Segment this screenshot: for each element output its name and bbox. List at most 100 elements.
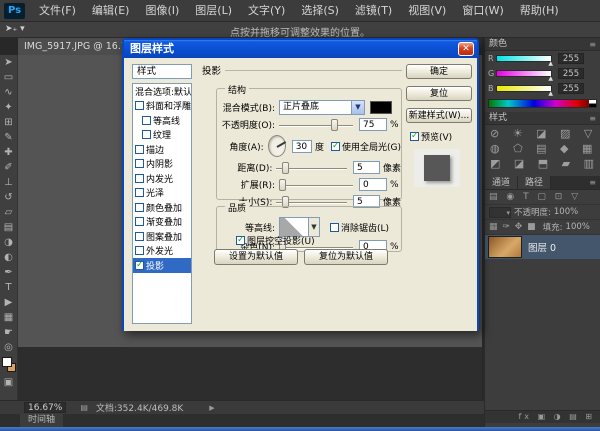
close-icon[interactable]: ✕ [458,42,474,56]
marquee-tool-icon[interactable]: ▭ [1,70,17,85]
opacity-field[interactable]: 75 [359,118,387,131]
checkbox-icon[interactable] [135,145,144,154]
layer-row[interactable]: 图层 0 [485,235,600,259]
styles-panel-header[interactable]: 样式 ≡ [485,112,600,125]
fill-value[interactable]: 100% [566,222,590,232]
menu-layer[interactable]: 图层(L) [187,0,240,22]
checkbox-icon[interactable] [135,232,144,241]
blue-slider[interactable]: ▲ [496,85,552,92]
angle-dial[interactable] [268,135,286,157]
path-selection-tool-icon[interactable]: ▶ [1,295,17,310]
move-tool-icon[interactable]: ➤ [1,55,17,70]
menu-file[interactable]: 文件(F) [31,0,84,22]
foreground-background-swatches[interactable] [1,357,17,375]
list-item-stroke[interactable]: 描边 [133,142,191,157]
dodge-tool-icon[interactable]: ◐ [1,250,17,265]
global-light-checkbox[interactable] [331,142,340,151]
eraser-tool-icon[interactable]: ▱ [1,205,17,220]
checkbox-icon[interactable] [142,130,151,139]
checkbox-icon[interactable] [135,174,144,183]
menu-image[interactable]: 图像(I) [137,0,187,22]
history-brush-tool-icon[interactable]: ↺ [1,190,17,205]
layer-thumbnail[interactable] [488,236,522,258]
menu-window[interactable]: 窗口(W) [454,0,511,22]
list-item-outer-glow[interactable]: 外发光 [133,244,191,259]
spread-slider[interactable] [279,179,353,191]
lock-icons[interactable]: ▦ ✑ ✥ ■ [489,222,537,232]
blend-mode-dropdown[interactable]: ▾ [489,207,511,218]
list-item-inner-shadow[interactable]: 内阴影 [133,157,191,172]
shape-tool-icon[interactable]: ▦ [1,310,17,325]
list-item-drop-shadow[interactable]: 投影 [133,258,191,273]
ok-button[interactable]: 确定 [406,64,472,79]
foreground-color-swatch[interactable] [2,357,12,367]
slider-thumb[interactable] [279,179,286,191]
knockout-checkbox[interactable] [236,236,245,245]
red-value[interactable]: 255 [558,53,584,64]
quick-selection-tool-icon[interactable]: ✦ [1,100,17,115]
style-preset-row[interactable]: ◩ ◪ ⬒ ▰ ▥ [485,155,600,170]
brush-tool-icon[interactable]: ✐ [1,160,17,175]
list-item-blending-options[interactable]: 混合选项:默认 [133,84,191,99]
tab-paths[interactable]: 路径 [518,176,551,189]
checkbox-icon[interactable] [142,116,151,125]
green-slider[interactable]: ▲ [496,70,552,77]
clone-stamp-tool-icon[interactable]: ⊥ [1,175,17,190]
blur-tool-icon[interactable]: ◑ [1,235,17,250]
menu-help[interactable]: 帮助(H) [512,0,567,22]
panel-menu-icon[interactable]: ≡ [589,38,596,50]
checkbox-icon[interactable] [135,159,144,168]
healing-brush-tool-icon[interactable]: ✚ [1,145,17,160]
slider-thumb[interactable] [282,162,289,174]
preview-checkbox[interactable] [410,132,419,141]
eyedropper-tool-icon[interactable]: ✎ [1,130,17,145]
hand-tool-icon[interactable]: ☛ [1,325,17,340]
menu-view[interactable]: 视图(V) [400,0,454,22]
blend-mode-select[interactable]: 正片叠底▼ [279,100,365,115]
dialog-title-bar[interactable]: 图层样式 ✕ [124,40,477,58]
green-value[interactable]: 255 [558,68,584,79]
status-menu-arrow-icon[interactable]: ▶ [209,404,214,412]
shadow-color-swatch[interactable] [370,101,392,114]
panel-menu-icon[interactable]: ≡ [589,112,596,124]
zoom-level-field[interactable]: 16.67% [24,402,66,413]
style-preset-row[interactable]: ⊘ ☀ ◪ ▨ ▽ [485,125,600,140]
menu-select[interactable]: 选择(S) [293,0,347,22]
layer-name[interactable]: 图层 0 [528,240,556,254]
opacity-slider[interactable] [279,119,353,131]
checkbox-icon[interactable] [135,261,144,270]
menu-edit[interactable]: 编辑(E) [84,0,138,22]
reset-button[interactable]: 复位 [406,86,472,101]
zoom-tool-icon[interactable]: ◎ [1,340,17,355]
new-style-button[interactable]: 新建样式(W)... [406,108,472,123]
spread-field[interactable]: 0 [359,178,387,191]
checkbox-icon[interactable] [135,203,144,212]
checkbox-icon[interactable] [135,188,144,197]
list-item-satin[interactable]: 光泽 [133,186,191,201]
list-item-gradient-overlay[interactable]: 渐变叠加 [133,215,191,230]
styles-panel-tab[interactable]: 样式 [489,112,507,124]
pen-tool-icon[interactable]: ✒ [1,265,17,280]
checkbox-icon[interactable] [135,217,144,226]
bw-swatches[interactable] [589,100,596,107]
style-preset-row[interactable]: ◍ ⬠ ▤ ◆ ▦ [485,140,600,155]
menu-filter[interactable]: 滤镜(T) [347,0,400,22]
distance-slider[interactable] [276,162,347,174]
angle-field[interactable]: 30 [292,140,312,153]
crop-tool-icon[interactable]: ⊞ [1,115,17,130]
red-slider[interactable]: ▲ [496,55,552,62]
menu-type[interactable]: 文字(Y) [240,0,293,22]
timeline-tab[interactable]: 时间轴 [20,414,63,427]
layer-filter-icons[interactable]: ▤ ◉ T ▢ ⊡ ▽ [489,192,581,202]
set-default-button[interactable]: 设置为默认值 [214,249,298,265]
list-item-color-overlay[interactable]: 颜色叠加 [133,200,191,215]
list-item-texture[interactable]: 纹理 [133,128,191,143]
list-item-pattern-overlay[interactable]: 图案叠加 [133,229,191,244]
tab-channels[interactable]: 通道 [485,176,518,189]
panel-menu-icon[interactable]: ≡ [589,176,596,189]
checkbox-icon[interactable] [135,101,144,110]
quick-mask-icon[interactable]: ▣ [1,375,17,390]
list-item-inner-glow[interactable]: 内发光 [133,171,191,186]
color-panel-tab[interactable]: 颜色 [489,38,507,50]
opacity-value[interactable]: 100% [554,207,578,217]
